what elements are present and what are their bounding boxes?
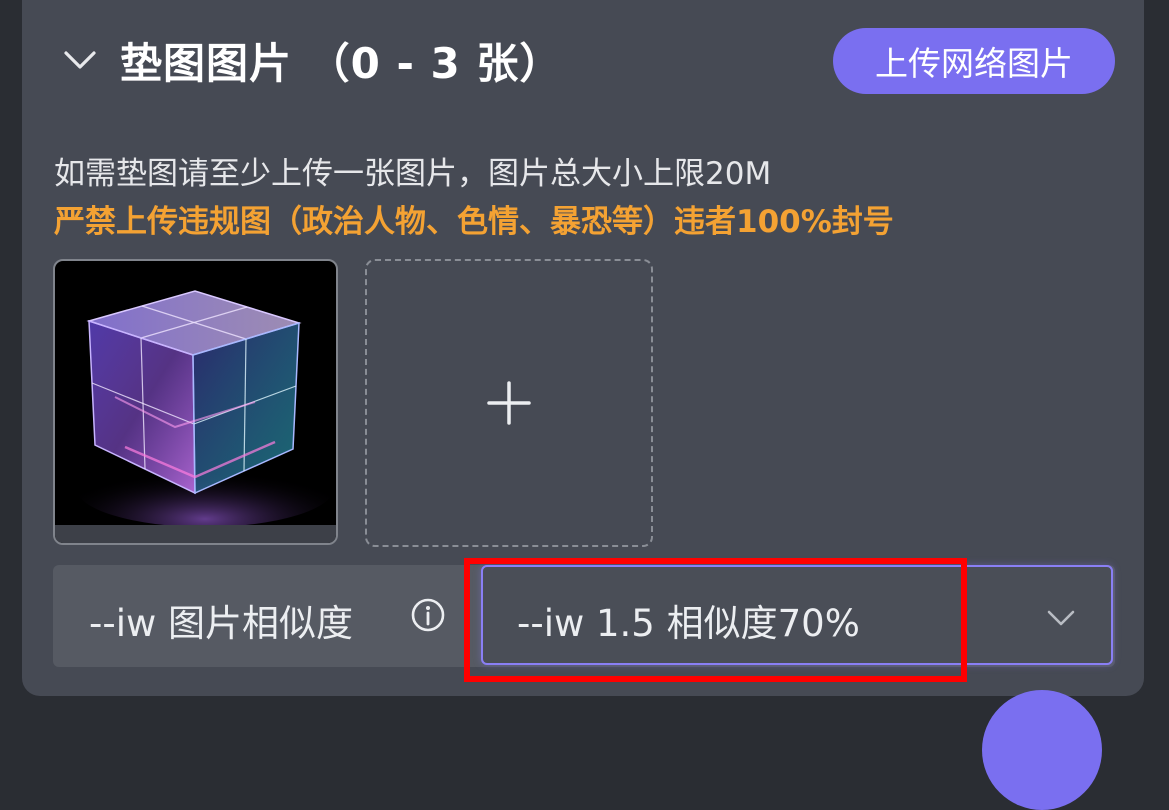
- highlight-annotation-box: [464, 558, 967, 682]
- chevron-down-icon: [1047, 610, 1075, 626]
- upload-hint-text: 如需垫图请至少上传一张图片，图片总大小上限20M: [54, 156, 772, 192]
- chevron-down-icon[interactable]: [62, 42, 98, 78]
- warning-text: 严禁上传违规图（政治人物、色情、暴恐等）违者100%封号: [54, 204, 894, 240]
- uploaded-image-thumbnail[interactable]: [53, 259, 338, 545]
- plus-icon: [487, 381, 531, 425]
- image-weight-label: --iw 图片相似度: [89, 602, 354, 645]
- section-title: 垫图图片 （0 - 3 张）: [120, 39, 563, 88]
- glass-cube-image: [55, 277, 336, 527]
- thumbnail-footer: [55, 525, 336, 543]
- add-image-tile[interactable]: [365, 259, 653, 547]
- info-icon[interactable]: [410, 597, 446, 633]
- floating-action-button[interactable]: [982, 690, 1102, 810]
- upload-network-image-button[interactable]: 上传网络图片: [833, 28, 1115, 94]
